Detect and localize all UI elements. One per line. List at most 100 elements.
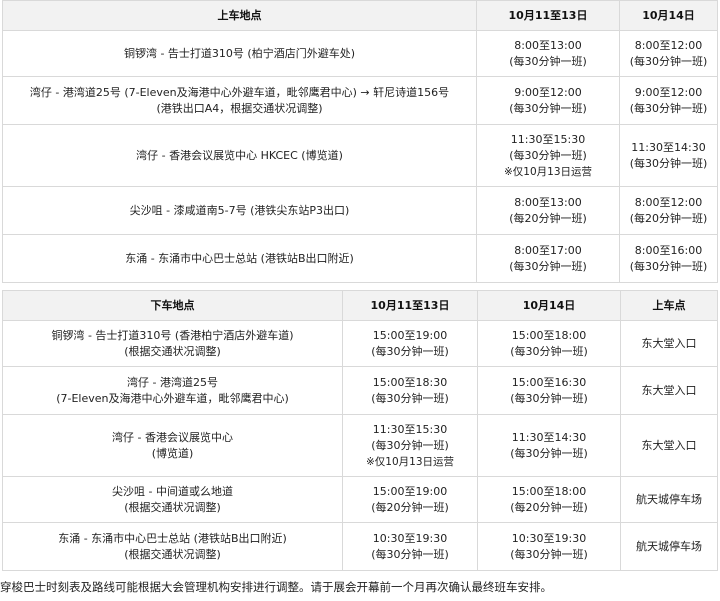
pickup-date2-time-cell-line: (每30分钟一班)	[629, 101, 708, 115]
dropoff-row: 湾仔 - 香港会议展览中心 (博览道) 11:30至15:30 (每30分钟一班) ※仅…	[2, 414, 718, 477]
dropoff-date1-time-cell: 15:00至19:00 (每30分钟一班)	[342, 320, 478, 367]
pickup-date1-time-cell-line: (每30分钟一班)	[509, 148, 587, 162]
dropoff-date1-time-cell-line: 11:30至15:30	[372, 422, 448, 436]
pickup-date2-time-cell: 8:00至16:00 (每30分钟一班)	[619, 234, 718, 283]
pickup-row: 湾仔 - 香港会议展览中心 HKCEC (博览道) 11:30至15:30 (每30…	[2, 124, 718, 187]
pickup-location-cell: 铜锣湾 - 告士打道310号 (柏宁酒店门外避车处)	[2, 30, 477, 77]
dropoff-location-cell: 湾仔 - 港湾道25号 (7-Eleven及海港中心外避车道，毗邻鹰君中心)	[2, 366, 343, 415]
dropoff-date2-time-cell-line: 15:00至18:00	[511, 484, 587, 498]
dropoff-date1-time-cell-line: 15:00至19:00	[372, 328, 448, 342]
dropoff-location-cell: 铜锣湾 - 告士打道310号 (香港柏宁酒店外避车道) (根据交通状况调整)	[2, 320, 343, 367]
dropoff-location-cell: 尖沙咀 - 中间道或么地道 (根据交通状况调整)	[2, 476, 343, 523]
pickup-date1-time-cell: 11:30至15:30 (每30分钟一班) ※仅10月13日运营	[476, 124, 620, 187]
dropoff-pickup-point-cell: 东大堂入口	[620, 414, 718, 477]
dropoff-date2-time-cell-line: (每20分钟一班)	[510, 500, 588, 514]
pickup-location-cell: 湾仔 - 港湾道25号 (7-Eleven及海港中心外避车道，毗邻鹰君中心) →…	[2, 76, 477, 125]
pickup-date1-time-cell-line: (每30分钟一班)	[509, 54, 587, 68]
dropoff-header-row: 下车地点 10月11至13日 10月14日 上车点	[2, 290, 718, 321]
pickup-date1-time-cell: 8:00至13:00 (每30分钟一班)	[476, 30, 620, 77]
dropoff-date1-header: 10月11至13日	[342, 290, 478, 321]
pickup-row: 湾仔 - 港湾道25号 (7-Eleven及海港中心外避车道，毗邻鹰君中心) →…	[2, 76, 718, 125]
dropoff-date2-time-cell-line: (每30分钟一班)	[510, 344, 588, 358]
dropoff-location-cell-line: (7-Eleven及海港中心外避车道，毗邻鹰君中心)	[56, 391, 289, 405]
dropoff-date1-time-cell-line: (每30分钟一班)	[371, 438, 449, 452]
dropoff-location-cell-line: (根据交通状况调整)	[124, 344, 221, 358]
dropoff-location-cell-line: 湾仔 - 香港会议展览中心	[112, 430, 233, 444]
pickup-date1-time-cell-line: ※仅10月13日运营	[503, 165, 593, 178]
pickup-date1-time-cell-line: 8:00至13:00	[514, 38, 582, 52]
pickup-date2-time-cell-line: 8:00至16:00	[634, 243, 703, 257]
dropoff-date2-time-cell: 15:00至18:00 (每30分钟一班)	[477, 320, 621, 367]
dropoff-location-cell-line: 尖沙咀 - 中间道或么地道	[112, 484, 233, 498]
dropoff-date2-header: 10月14日	[477, 290, 621, 321]
dropoff-date1-time-cell: 15:00至19:00 (每20分钟一班)	[342, 476, 478, 523]
dropoff-location-cell: 湾仔 - 香港会议展览中心 (博览道)	[2, 414, 343, 477]
dropoff-date1-time-cell-line: 15:00至18:30	[372, 375, 448, 389]
dropoff-date2-time-cell-line: 15:00至18:00	[511, 328, 587, 342]
pickup-date1-time-cell-line: 11:30至15:30	[510, 132, 586, 146]
dropoff-date1-time-cell-line: ※仅10月13日运营	[365, 455, 455, 468]
dropoff-date2-time-cell: 15:00至18:00 (每20分钟一班)	[477, 476, 621, 523]
dropoff-location-cell-line: 湾仔 - 港湾道25号	[127, 375, 218, 389]
dropoff-row: 东涌 - 东涌市中心巴士总站 (港铁站B出口附近) (根据交通状况调整) 10:30…	[2, 522, 718, 571]
pickup-date1-time-cell-line: (每30分钟一班)	[509, 101, 587, 115]
dropoff-date2-time-cell-line: (每30分钟一班)	[510, 391, 588, 405]
pickup-location-cell: 尖沙咀 - 漆咸道南5-7号 (港铁尖东站P3出口)	[2, 186, 477, 235]
dropoff-date2-time-cell-line: (每30分钟一班)	[510, 547, 588, 561]
dropoff-location-cell-line: 东涌 - 东涌市中心巴士总站 (港铁站B出口附近)	[58, 531, 287, 545]
dropoff-date1-time-cell-line: (每30分钟一班)	[371, 547, 449, 561]
dropoff-location-cell: 东涌 - 东涌市中心巴士总站 (港铁站B出口附近) (根据交通状况调整)	[2, 522, 343, 571]
dropoff-date1-time-cell-line: (每30分钟一班)	[371, 391, 449, 405]
dropoff-date1-time-cell-line: (每30分钟一班)	[371, 344, 449, 358]
pickup-date2-time-cell-line: 8:00至12:00	[634, 38, 703, 52]
dropoff-pickup-point-cell: 东大堂入口	[620, 320, 718, 367]
pickup-date1-time-cell-line: (每30分钟一班)	[509, 259, 587, 273]
pickup-date1-time-cell-line: 8:00至17:00	[514, 243, 582, 257]
dropoff-row: 湾仔 - 港湾道25号 (7-Eleven及海港中心外避车道，毗邻鹰君中心) 15:…	[2, 366, 718, 415]
dropoff-date1-time-cell-line: 10:30至19:30	[372, 531, 448, 545]
pickup-row: 东涌 - 东涌市中心巴士总站 (港铁站B出口附近) 8:00至17:00 (每30分…	[2, 234, 718, 283]
pickup-date2-time-cell: 8:00至12:00 (每30分钟一班)	[619, 30, 718, 77]
dropoff-location-cell-line: 铜锣湾 - 告士打道310号 (香港柏宁酒店外避车道)	[51, 328, 294, 342]
dropoff-location-cell-line: (根据交通状况调整)	[124, 500, 221, 514]
dropoff-date1-time-cell: 15:00至18:30 (每30分钟一班)	[342, 366, 478, 415]
dropoff-date2-time-cell: 11:30至14:30 (每30分钟一班)	[477, 414, 621, 477]
pickup-date2-time-cell-line: (每30分钟一班)	[629, 54, 708, 68]
dropoff-pickup-point-cell: 航天城停车场	[620, 476, 718, 523]
pickup-date2-time-cell-line: 9:00至12:00	[634, 85, 703, 99]
pickup-location-cell-line: (港铁出口A4，根据交通状况调整)	[156, 101, 323, 115]
dropoff-row: 尖沙咀 - 中间道或么地道 (根据交通状况调整) 15:00至19:00 (每20分钟…	[2, 476, 718, 523]
footer-note: 穿梭巴士时刻表及路线可能根据大会管理机构安排进行调整。请于展会开幕前一个月再次确…	[0, 580, 552, 594]
pickup-schedule-table: 上车地点 10月11至13日 10月14日 铜锣湾 - 告士打道310号 (柏宁…	[2, 0, 718, 283]
pickup-date2-time-cell: 11:30至14:30 (每30分钟一班)	[619, 124, 718, 187]
pickup-location-cell: 湾仔 - 香港会议展览中心 HKCEC (博览道)	[2, 124, 477, 187]
pickup-date2-time-cell-line: (每30分钟一班)	[629, 259, 708, 273]
pickup-header-row: 上车地点 10月11至13日 10月14日	[2, 0, 718, 31]
pickup-date2-time-cell: 9:00至12:00 (每30分钟一班)	[619, 76, 718, 125]
dropoff-date2-time-cell-line: 10:30至19:30	[511, 531, 587, 545]
pickup-location-cell-line: 东涌 - 东涌市中心巴士总站 (港铁站B出口附近)	[125, 251, 354, 265]
pickup-date2-time-cell-line: 8:00至12:00	[634, 195, 703, 209]
pickup-date1-time-cell: 8:00至13:00 (每20分钟一班)	[476, 186, 620, 235]
dropoff-pickup-point-cell: 航天城停车场	[620, 522, 718, 571]
dropoff-date1-time-cell: 11:30至15:30 (每30分钟一班) ※仅10月13日运营	[342, 414, 478, 477]
dropoff-pickup-point-header: 上车点	[620, 290, 718, 321]
dropoff-date2-time-cell-line: 11:30至14:30	[511, 430, 587, 444]
dropoff-date2-time-cell-line: 15:00至16:30	[511, 375, 587, 389]
dropoff-pickup-point-cell: 东大堂入口	[620, 366, 718, 415]
pickup-row: 尖沙咀 - 漆咸道南5-7号 (港铁尖东站P3出口) 8:00至13:00 (每20…	[2, 186, 718, 235]
pickup-location-cell-line: 湾仔 - 香港会议展览中心 HKCEC (博览道)	[136, 148, 343, 162]
dropoff-location-cell-line: (根据交通状况调整)	[124, 547, 221, 561]
dropoff-date2-time-cell: 10:30至19:30 (每30分钟一班)	[477, 522, 621, 571]
dropoff-date1-time-cell-line: (每20分钟一班)	[371, 500, 449, 514]
pickup-date2-time-cell: 8:00至12:00 (每20分钟一班)	[619, 186, 718, 235]
dropoff-date2-time-cell-line: (每30分钟一班)	[510, 446, 588, 460]
pickup-location-cell-line: 铜锣湾 - 告士打道310号 (柏宁酒店门外避车处)	[123, 46, 356, 60]
pickup-location-header: 上车地点	[2, 0, 477, 31]
dropoff-schedule-table: 下车地点 10月11至13日 10月14日 上车点 铜锣湾 - 告士打道310号…	[2, 290, 718, 571]
dropoff-date1-time-cell-line: 15:00至19:00	[372, 484, 448, 498]
pickup-date1-time-cell: 9:00至12:00 (每30分钟一班)	[476, 76, 620, 125]
pickup-location-cell-line: 湾仔 - 港湾道25号 (7-Eleven及海港中心外避车道，毗邻鹰君中心) →…	[29, 85, 450, 99]
dropoff-date1-time-cell: 10:30至19:30 (每30分钟一班)	[342, 522, 478, 571]
pickup-location-cell: 东涌 - 东涌市中心巴士总站 (港铁站B出口附近)	[2, 234, 477, 283]
